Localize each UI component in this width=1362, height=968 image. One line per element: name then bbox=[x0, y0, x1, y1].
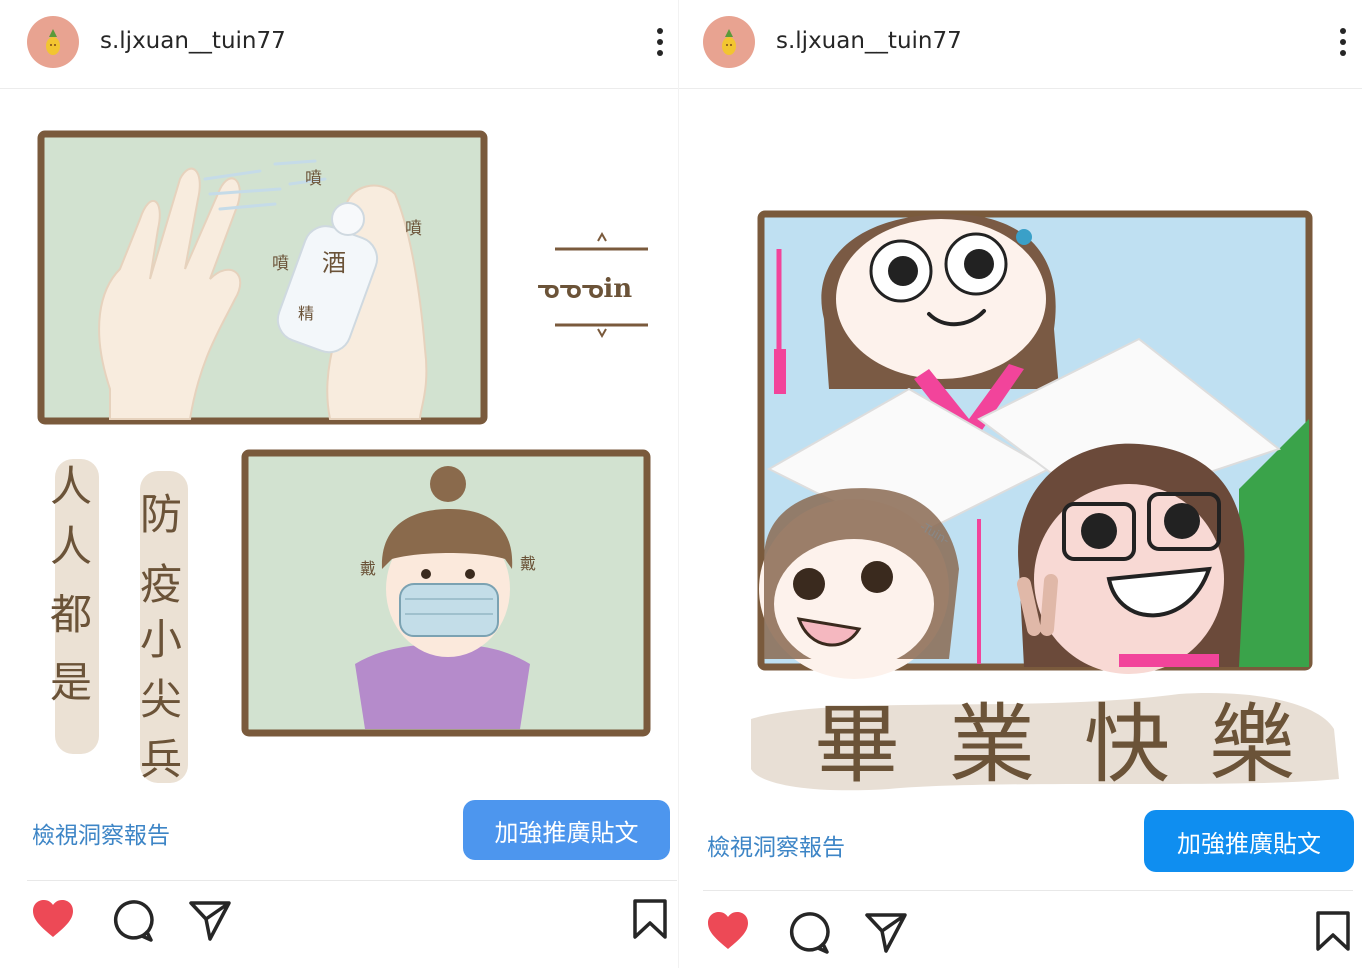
comment-icon bbox=[789, 912, 830, 954]
boost-post-button[interactable]: 加強推廣貼文 bbox=[1144, 810, 1354, 872]
comment-icon bbox=[113, 900, 154, 942]
divider bbox=[27, 880, 677, 881]
mask-sound-2: 戴 bbox=[520, 554, 536, 573]
slogan-char: 人 bbox=[50, 522, 92, 571]
save-button[interactable] bbox=[1315, 911, 1351, 951]
like-button[interactable] bbox=[31, 899, 75, 939]
heart-icon bbox=[33, 900, 73, 937]
caption-char: 樂 bbox=[1209, 695, 1295, 795]
more-options-icon[interactable] bbox=[650, 20, 670, 64]
face-mask bbox=[399, 583, 499, 637]
slogan-char: 都 bbox=[50, 590, 92, 639]
post-header: s.ljxuan__tuin77 bbox=[679, 0, 1362, 89]
post-image[interactable]: 噴 噴 噴 酒 精 ᓀᓀᓀin 戴 戴 人 人 都 是 防 疫 小 尖 兵 bbox=[0, 89, 678, 789]
save-button[interactable] bbox=[632, 899, 668, 939]
bottle-label-2: 精 bbox=[298, 304, 314, 323]
spray-sound-1: 噴 bbox=[305, 169, 322, 189]
comment-button[interactable] bbox=[786, 911, 830, 955]
share-icon bbox=[865, 913, 907, 953]
view-insights-link[interactable]: 檢視洞察報告 bbox=[707, 828, 845, 862]
mask-sound-1: 戴 bbox=[360, 559, 376, 578]
share-button[interactable] bbox=[864, 911, 908, 955]
like-button[interactable] bbox=[706, 911, 750, 951]
shirt bbox=[355, 644, 530, 729]
bottle-label: 酒 bbox=[322, 249, 346, 277]
slogan-char: 人 bbox=[50, 462, 92, 511]
slogan-char: 尖 bbox=[140, 675, 182, 724]
avatar[interactable] bbox=[27, 16, 79, 68]
pineapple-icon bbox=[722, 29, 736, 55]
more-options-icon[interactable] bbox=[1333, 20, 1353, 64]
slogan-char: 防 bbox=[140, 490, 182, 539]
spray-sound-2: 噴 bbox=[405, 219, 422, 239]
share-button[interactable] bbox=[188, 899, 232, 943]
slogan-char: 疫 bbox=[140, 560, 182, 609]
post-image[interactable]: -Tuin- 畢 業 快 樂 bbox=[679, 89, 1362, 799]
avatar[interactable] bbox=[703, 16, 755, 68]
post-header: s.ljxuan__tuin77 bbox=[0, 0, 678, 89]
username[interactable]: s.ljxuan__tuin77 bbox=[776, 28, 962, 54]
caption-char: 快 bbox=[1084, 695, 1170, 795]
caption-char: 業 bbox=[949, 695, 1035, 795]
pineapple-icon bbox=[46, 29, 60, 55]
boost-post-button[interactable]: 加強推廣貼文 bbox=[463, 800, 670, 860]
heart-icon bbox=[708, 912, 748, 949]
username[interactable]: s.ljxuan__tuin77 bbox=[100, 28, 286, 54]
post-right: s.ljxuan__tuin77 -Tuin- 畢 業 快 樂 檢視洞察報告 加… bbox=[678, 0, 1362, 968]
bookmark-icon bbox=[633, 899, 667, 939]
title-badge: ᓀᓀᓀin bbox=[537, 274, 632, 304]
slogan-char: 小 bbox=[140, 615, 182, 664]
comment-button[interactable] bbox=[110, 899, 154, 943]
share-icon bbox=[189, 901, 231, 941]
view-insights-link[interactable]: 檢視洞察報告 bbox=[32, 816, 170, 850]
slogan-char: 兵 bbox=[140, 735, 182, 784]
post-left: s.ljxuan__tuin77 噴 噴 噴 酒 精 ᓀᓀᓀin 戴 戴 人 人… bbox=[0, 0, 678, 968]
divider bbox=[703, 890, 1353, 891]
slogan-char: 是 bbox=[50, 658, 92, 707]
caption-char: 畢 bbox=[814, 695, 900, 795]
spray-sound-3: 噴 bbox=[272, 254, 289, 274]
bookmark-icon bbox=[1316, 911, 1350, 951]
